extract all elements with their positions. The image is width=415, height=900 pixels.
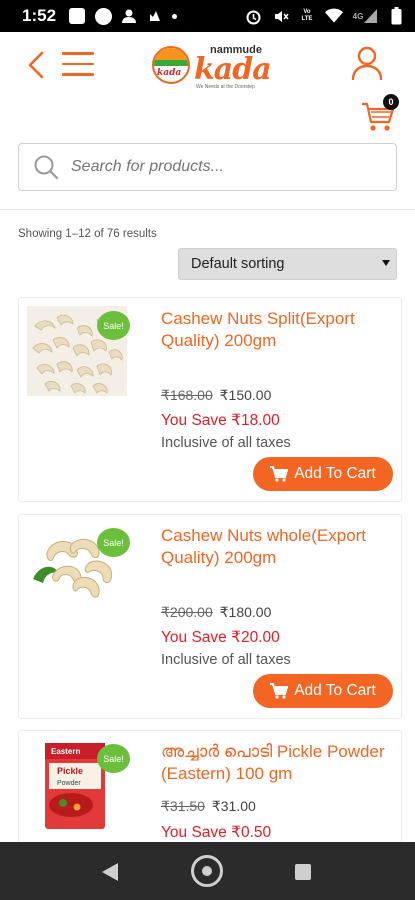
package-label: Pickle [57,766,83,776]
account-button[interactable] [351,46,383,81]
person-icon [120,7,138,25]
sort-select[interactable]: Default sorting [178,248,397,280]
logo-emblem: kada [152,46,190,84]
sale-badge: Sale! [97,528,130,557]
sale-badge: Sale! [97,744,130,773]
tax-note: Inclusive of all taxes [161,435,291,451]
savings-text: You Save ₹18.00 [161,412,280,429]
app-header: kada nammude kada We Needs at the Doorst… [0,32,415,98]
nav-back-icon[interactable] [102,863,118,881]
package-sublabel: Powder [57,780,81,787]
product-title[interactable]: Cashew Nuts whole(Export Quality) 200gm [161,525,393,569]
regular-price: ₹168.00 [161,387,213,403]
sale-price: ₹150.00 [219,387,272,403]
cart-icon [270,466,289,482]
nav-home-icon[interactable] [191,855,223,887]
status-right-icons: Vo LTE 4G [244,7,405,25]
logo-tagline: We Needs at the Doorstep [196,84,255,90]
tax-note: Inclusive of all taxes [161,652,291,668]
user-icon [351,46,383,81]
chat-icon [94,7,112,25]
divider [0,209,415,210]
add-to-cart-button[interactable]: Add To Cart [253,457,393,491]
savings-text: You Save ₹20.00 [161,629,280,646]
cart-count-badge: 0 [383,94,399,110]
system-nav-bar [0,842,415,900]
product-title[interactable]: അച്ചാർ പൊടി Pickle Powder (Eastern) 100 … [161,741,393,785]
cart-icon [270,683,289,699]
package-brand: Eastern [51,747,80,756]
logo-main-text: kada [194,52,272,87]
hamburger-line [62,62,94,65]
hamburger-line [62,52,94,55]
search-box[interactable] [18,143,397,191]
volte-icon: Vo LTE [298,7,316,25]
back-button[interactable] [24,50,50,80]
product-card[interactable]: Sale! Cashew Nuts Split(Export Quality) … [18,297,402,502]
status-time: 1:52 [22,6,57,25]
add-to-cart-label: Add To Cart [294,465,376,482]
regular-price: ₹200.00 [161,604,213,620]
nav-recents-icon[interactable] [295,864,311,880]
price-row: ₹200.00 ₹180.00 [161,604,271,621]
savings-text: You Save ₹0.50 [161,824,272,841]
product-title[interactable]: Cashew Nuts Split(Export Quality) 200gm [161,308,393,352]
dot-icon [172,13,178,19]
add-to-cart-button[interactable]: Add To Cart [253,674,393,708]
regular-price: ₹31.50 [161,798,205,814]
product-card[interactable]: Sale! Cashew Nuts whole(Export Quality) … [18,514,402,719]
status-left-icons [68,7,178,25]
search-icon[interactable] [33,154,59,180]
add-to-cart-label: Add To Cart [294,682,376,699]
network-icon [146,7,164,25]
status-bar: 1:52 Vo LTE 4G [0,0,415,32]
brand-logo[interactable]: kada nammude kada We Needs at the Doorst… [152,42,272,90]
message-icon [68,7,86,25]
hamburger-line [62,73,94,76]
sale-badge: Sale! [97,311,130,340]
volte-text: Vo LTE [301,9,313,22]
alarm-icon [244,7,262,25]
battery-icon [387,7,405,25]
network-text: 4G [352,11,364,21]
sale-price: ₹180.00 [219,604,272,620]
sort-select-value: Default sorting [191,256,285,272]
dropdown-arrow-icon [382,260,390,266]
price-row: ₹31.50 ₹31.00 [161,798,256,815]
search-input[interactable] [71,158,371,176]
sale-price: ₹31.00 [211,798,256,814]
price-row: ₹168.00 ₹150.00 [161,387,271,404]
signal-4g-icon: 4G [352,7,378,25]
chevron-left-icon [28,51,44,79]
mute-icon [271,7,289,25]
cart-button[interactable]: 0 [361,94,399,136]
result-count: Showing 1–12 of 76 results [18,228,157,240]
menu-button[interactable] [62,52,94,78]
wifi-icon [325,7,343,25]
